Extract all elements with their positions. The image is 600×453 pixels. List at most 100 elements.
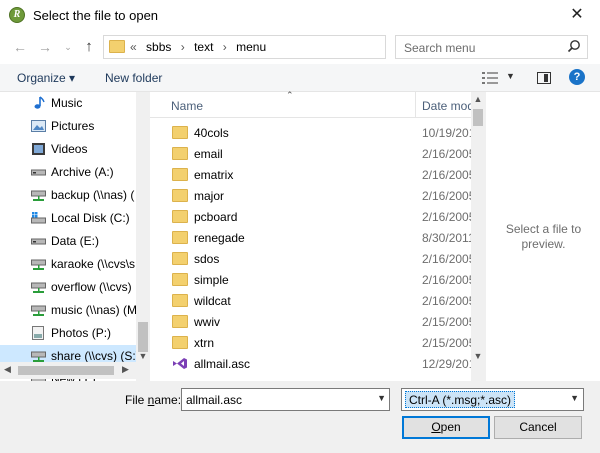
file-date: 2/16/2005 (422, 252, 472, 266)
help-icon[interactable]: ? (569, 69, 585, 85)
new-folder-button[interactable]: New folder (105, 71, 162, 85)
nav-item-label: Pictures (51, 119, 95, 133)
nav-item-label: Music (51, 96, 83, 110)
file-name: email (194, 147, 223, 161)
column-name[interactable]: Name (171, 99, 203, 113)
search-box[interactable]: Search menu (395, 35, 588, 59)
file-name: sdos (194, 252, 220, 266)
nav-vertical-scrollbar[interactable]: ▼ (136, 92, 150, 381)
dialog-footer: File name: ▼ Ctrl-A (*.msg;*.asc) ▼ Open… (0, 381, 600, 453)
nav-item-photos[interactable]: Photos (P:) (0, 322, 136, 345)
scrollbar-thumb[interactable] (138, 322, 148, 352)
pictures-icon (31, 120, 46, 132)
scrollbar-thumb[interactable] (18, 366, 114, 375)
file-name-input[interactable] (182, 389, 370, 410)
file-name-combobox[interactable]: ▼ (181, 388, 390, 411)
scroll-down-arrow-icon[interactable]: ▼ (136, 351, 150, 361)
breadcrumb-item[interactable]: text (194, 40, 213, 54)
file-name: pcboard (194, 210, 238, 224)
preview-pane-icon[interactable] (537, 72, 551, 84)
navigation-pane: Music Pictures Videos Archive (A:) backu… (0, 92, 150, 381)
nav-item-label: Local Disk (C:) (51, 211, 130, 225)
list-item[interactable]: simple 2/16/2005 (150, 269, 472, 291)
file-type-select[interactable]: Ctrl-A (*.msg;*.asc) ▼ (401, 388, 584, 411)
list-item[interactable]: xtrn 2/15/2005 (150, 332, 472, 354)
folder-icon (172, 168, 188, 181)
preview-message: Select a file to preview. (505, 222, 582, 251)
file-date: 2/16/2005 (422, 210, 472, 224)
list-item[interactable]: ematrix 2/16/2005 (150, 164, 472, 186)
file-date: 2/15/2005 (422, 315, 472, 329)
nav-item-label: Archive (A:) (51, 165, 114, 179)
back-arrow-icon[interactable]: ← (11, 38, 29, 56)
nav-item-label: music (\\nas) (M (51, 303, 136, 317)
breadcrumb-overflow[interactable]: « (130, 40, 137, 54)
file-list-scrollbar[interactable]: ▲ ▼ (471, 92, 485, 381)
breadcrumb-separator[interactable]: › (223, 40, 227, 54)
nav-horizontal-scrollbar[interactable]: ◀ ▶ (0, 362, 150, 379)
list-item[interactable]: wwiv 2/15/2005 (150, 311, 472, 333)
cancel-button[interactable]: Cancel (494, 416, 582, 439)
nav-item-pictures[interactable]: Pictures (0, 115, 136, 138)
chevron-down-icon: ▼ (506, 71, 515, 81)
nav-item-label: karaoke (\\cvs\s (51, 257, 136, 271)
breadcrumb-item[interactable]: menu (236, 40, 266, 54)
file-name: major (194, 189, 225, 203)
view-options-button[interactable]: ▼ (482, 70, 516, 86)
nav-item-karaoke[interactable]: karaoke (\\cvs\s (0, 253, 136, 276)
breadcrumb-separator[interactable]: › (181, 40, 185, 54)
file-name: 40cols (194, 126, 229, 140)
nav-item-backup[interactable]: backup (\\nas) ( (0, 184, 136, 207)
recent-locations-chevron-icon[interactable]: ⌄ (59, 38, 77, 56)
up-arrow-icon[interactable]: ↑ (80, 38, 98, 56)
scroll-right-arrow-icon[interactable]: ▶ (122, 364, 129, 375)
list-item[interactable]: major 2/16/2005 (150, 185, 472, 207)
drive-icon (31, 238, 46, 245)
search-input[interactable]: Search menu (404, 41, 475, 55)
nav-item-label: Photos (P:) (51, 326, 112, 340)
file-name: wwiv (194, 315, 220, 329)
file-date: 2/16/2005 (422, 294, 472, 308)
scroll-down-arrow-icon[interactable]: ▼ (471, 351, 485, 361)
file-name: renegade (194, 231, 245, 245)
nav-item-videos[interactable]: Videos (0, 138, 136, 161)
list-item[interactable]: 40cols 10/19/201 (150, 122, 472, 144)
list-item[interactable]: sdos 2/16/2005 (150, 248, 472, 270)
scrollbar-thumb[interactable] (473, 109, 483, 126)
list-item[interactable]: email 2/16/2005 (150, 143, 472, 165)
nav-item-data[interactable]: Data (E:) (0, 230, 136, 253)
list-item[interactable]: wildcat 2/16/2005 (150, 290, 472, 312)
nav-item-music-nas[interactable]: music (\\nas) (M (0, 299, 136, 322)
nav-item-archive[interactable]: Archive (A:) (0, 161, 136, 184)
column-date-modified[interactable]: Date mod (415, 92, 475, 118)
folder-icon (172, 294, 188, 307)
chevron-down-icon[interactable]: ▼ (570, 393, 579, 403)
organize-button[interactable]: Organize ▾ (17, 71, 75, 85)
close-button[interactable]: ✕ (554, 0, 600, 30)
nav-item-overflow[interactable]: overflow (\\cvs) (0, 276, 136, 299)
nav-item-label: share (\\cvs) (S:) (51, 349, 136, 363)
file-name: allmail.asc (194, 357, 251, 371)
breadcrumb-item[interactable]: sbbs (146, 40, 171, 54)
search-icon (567, 40, 580, 53)
folder-icon (172, 126, 188, 139)
scroll-left-arrow-icon[interactable]: ◀ (4, 364, 11, 375)
folder-icon (172, 210, 188, 223)
app-icon: R (9, 7, 25, 23)
chevron-down-icon[interactable]: ▼ (377, 393, 386, 403)
navigation-bar: ← → ⌄ ↑ « sbbs › text › menu ▼ ↻ Search … (0, 30, 600, 64)
list-item[interactable]: allmail.asc 12/29/201 (150, 353, 472, 375)
network-drive-icon (31, 190, 46, 201)
address-bar[interactable]: « sbbs › text › menu ▼ ↻ (103, 35, 483, 59)
forward-arrow-icon[interactable]: → (36, 38, 54, 56)
windows-drive-icon (31, 212, 46, 224)
nav-item-music[interactable]: Music (0, 92, 136, 115)
list-item[interactable]: renegade 8/30/2011 (150, 227, 472, 249)
open-button[interactable]: Open (402, 416, 490, 439)
file-date: 2/15/2005 (422, 336, 472, 350)
nav-item-local-disk[interactable]: Local Disk (C:) (0, 207, 136, 230)
scroll-up-arrow-icon[interactable]: ▲ (471, 94, 485, 104)
nav-item-label: Data (E:) (51, 234, 100, 248)
list-item[interactable]: pcboard 2/16/2005 (150, 206, 472, 228)
column-label: Date mod (422, 99, 475, 113)
